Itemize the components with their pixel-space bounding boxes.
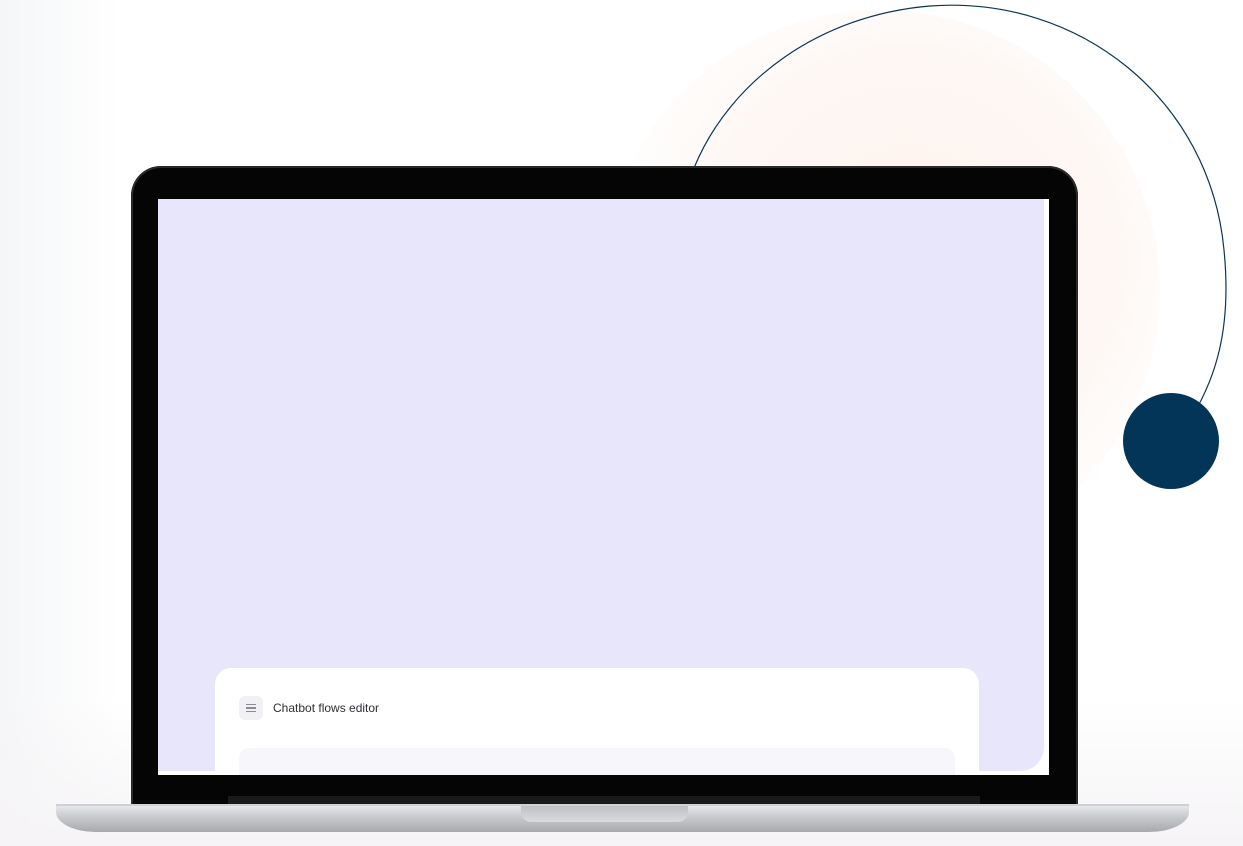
- editor-canvas[interactable]: [239, 748, 955, 775]
- hero-illustration: Chatbot flows editor: [0, 0, 1243, 846]
- laptop-hinge: [228, 796, 980, 804]
- accent-dot: [1123, 393, 1219, 489]
- editor-header: Chatbot flows editor: [239, 696, 379, 720]
- app-background: Chatbot flows editor: [158, 199, 1044, 775]
- laptop-screen: Chatbot flows editor: [158, 199, 1049, 775]
- editor-card: Chatbot flows editor: [215, 668, 979, 775]
- editor-title: Chatbot flows editor: [273, 701, 380, 715]
- hamburger-menu-icon[interactable]: [239, 696, 263, 720]
- laptop-notch: [521, 806, 688, 822]
